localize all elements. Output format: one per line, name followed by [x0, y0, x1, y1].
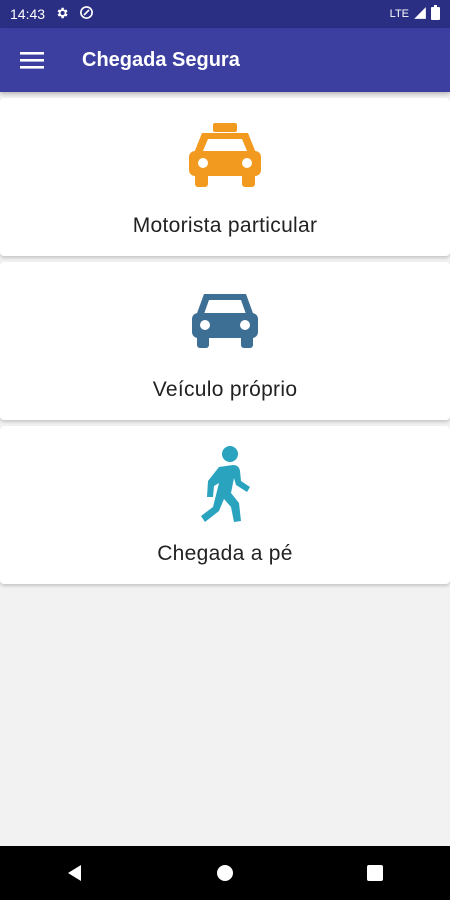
app-bar: Chegada Segura: [0, 28, 450, 92]
option-label: Chegada a pé: [157, 542, 293, 565]
taxi-icon: [186, 120, 264, 192]
battery-icon: [431, 5, 440, 23]
signal-icon: [413, 6, 427, 23]
option-private-driver[interactable]: Motorista particular: [0, 98, 450, 256]
recents-icon[interactable]: [345, 846, 405, 900]
option-label: Veículo próprio: [152, 378, 298, 401]
car-icon: [190, 284, 260, 356]
hamburger-menu-icon[interactable]: [0, 28, 64, 92]
status-bar: 14:43 LTE: [0, 0, 450, 28]
system-nav-bar: [0, 846, 450, 900]
walking-person-icon: [197, 446, 253, 522]
gear-icon: [55, 6, 69, 23]
back-icon[interactable]: [45, 846, 105, 900]
page-title: Chegada Segura: [82, 48, 240, 71]
options-list: Motorista particular Veículo próprio Che…: [0, 92, 450, 584]
option-own-vehicle[interactable]: Veículo próprio: [0, 262, 450, 420]
home-icon[interactable]: [195, 846, 255, 900]
status-time: 14:43: [10, 6, 46, 22]
network-type: LTE: [389, 8, 409, 20]
option-arrival-on-foot[interactable]: Chegada a pé: [0, 426, 450, 584]
option-label: Motorista particular: [132, 214, 318, 237]
vpn-icon: [79, 5, 94, 23]
